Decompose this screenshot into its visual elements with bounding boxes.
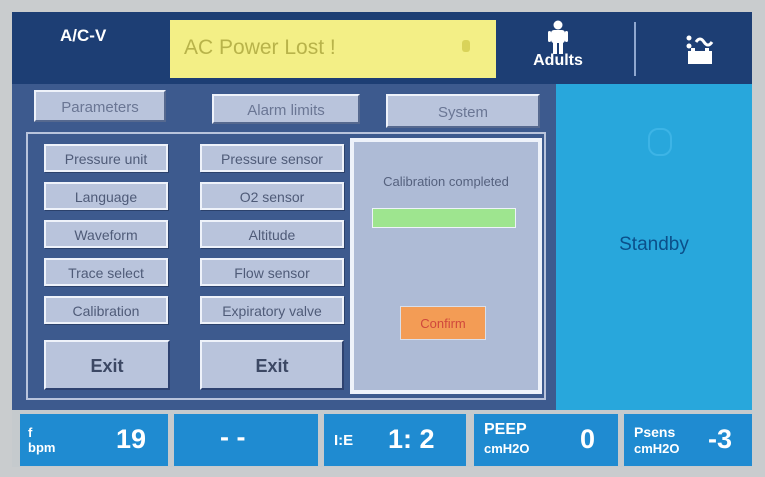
expiratory-valve-button[interactable]: Expiratory valve [200,296,344,324]
standby-indicator-icon [648,128,672,156]
top-bar: A/C-V AC Power Lost ! Adults [12,12,752,84]
blank-value: - - [220,422,246,452]
settings-panel: Parameters Alarm limits System Pressure … [12,84,556,410]
peep-unit: cmH2O [484,441,530,456]
ie-value: 1: 2 [388,424,435,454]
tab-parameters[interactable]: Parameters [34,90,166,122]
confirm-button[interactable]: Confirm [400,306,486,340]
calibration-dialog: Calibration completed Confirm [350,138,542,394]
calibration-status-text: Calibration completed [383,174,509,189]
bottom-bar: f bpm 19 - - I:E 1: 2 PEEP cmH2O 0 Psens… [12,410,752,467]
alarm-message[interactable]: AC Power Lost ! [170,20,496,78]
flow-sensor-button[interactable]: Flow sensor [200,258,344,286]
altitude-button[interactable]: Altitude [200,220,344,248]
system-exit-button[interactable]: Exit [44,340,170,390]
psens-label: Psens [634,424,676,440]
waveform-button[interactable]: Waveform [44,220,168,248]
patient-type-label: Adults [533,52,583,69]
pressure-unit-button[interactable]: Pressure unit [44,144,168,172]
ie-label: I:E [334,432,354,449]
alarm-indicator-icon [462,40,470,52]
tab-system[interactable]: System [386,94,540,128]
ie-ratio-cell[interactable]: I:E 1: 2 [324,414,466,466]
psens-unit: cmH2O [634,441,680,456]
standby-label: Standby [619,234,689,255]
language-button[interactable]: Language [44,182,168,210]
psens-value: -3 [708,424,733,454]
peep-value: 0 [580,424,596,454]
calibration-progress-bar [372,208,516,228]
rate-unit: bpm [28,440,56,455]
alarm-text: AC Power Lost ! [184,36,336,59]
ventilation-mode[interactable]: A/C-V [12,12,170,84]
pressure-sensor-button[interactable]: Pressure sensor [200,144,344,172]
patient-type-button[interactable]: Adults [520,18,596,80]
peep-cell[interactable]: PEEP cmH2O 0 [474,414,618,466]
rate-value: 19 [116,424,147,454]
calibration-exit-button[interactable]: Exit [200,340,344,390]
respiratory-rate-cell[interactable]: f bpm 19 [20,414,168,466]
psens-cell[interactable]: Psens cmH2O -3 [624,414,752,466]
peep-label: PEEP [484,421,527,438]
trace-select-button[interactable]: Trace select [44,258,168,286]
blank-parameter-cell[interactable]: - - [174,414,318,466]
o2-sensor-button[interactable]: O2 sensor [200,182,344,210]
adult-figure-icon [548,20,568,54]
ac-battery-icon [680,30,720,66]
tab-alarm-limits[interactable]: Alarm limits [212,94,360,124]
standby-panel[interactable]: Standby [556,84,752,410]
calibration-button[interactable]: Calibration [44,296,168,324]
divider [634,22,636,76]
system-submenu-panel: Pressure unit Language Waveform Trace se… [26,132,546,400]
rate-label: f [28,425,33,440]
